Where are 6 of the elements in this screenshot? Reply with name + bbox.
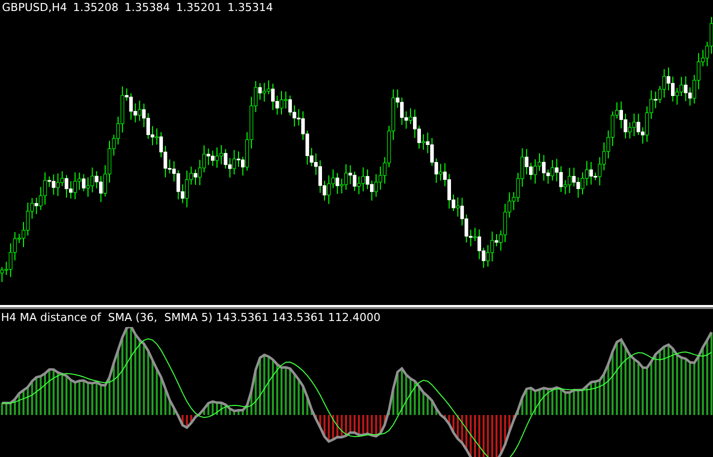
price-quote: 1.35201 [176, 0, 222, 16]
price-quote: 1.35208 [72, 0, 118, 16]
price-quote: 1.35314 [227, 0, 273, 16]
indicator-label: H4 MA distance of SMA (36, SMMA 5) 143.5361 143.5361 112.4000 [1, 310, 380, 326]
chart-symbol: GBPUSD,H4 [2, 0, 67, 16]
price-quote: 1.35384 [124, 0, 170, 16]
